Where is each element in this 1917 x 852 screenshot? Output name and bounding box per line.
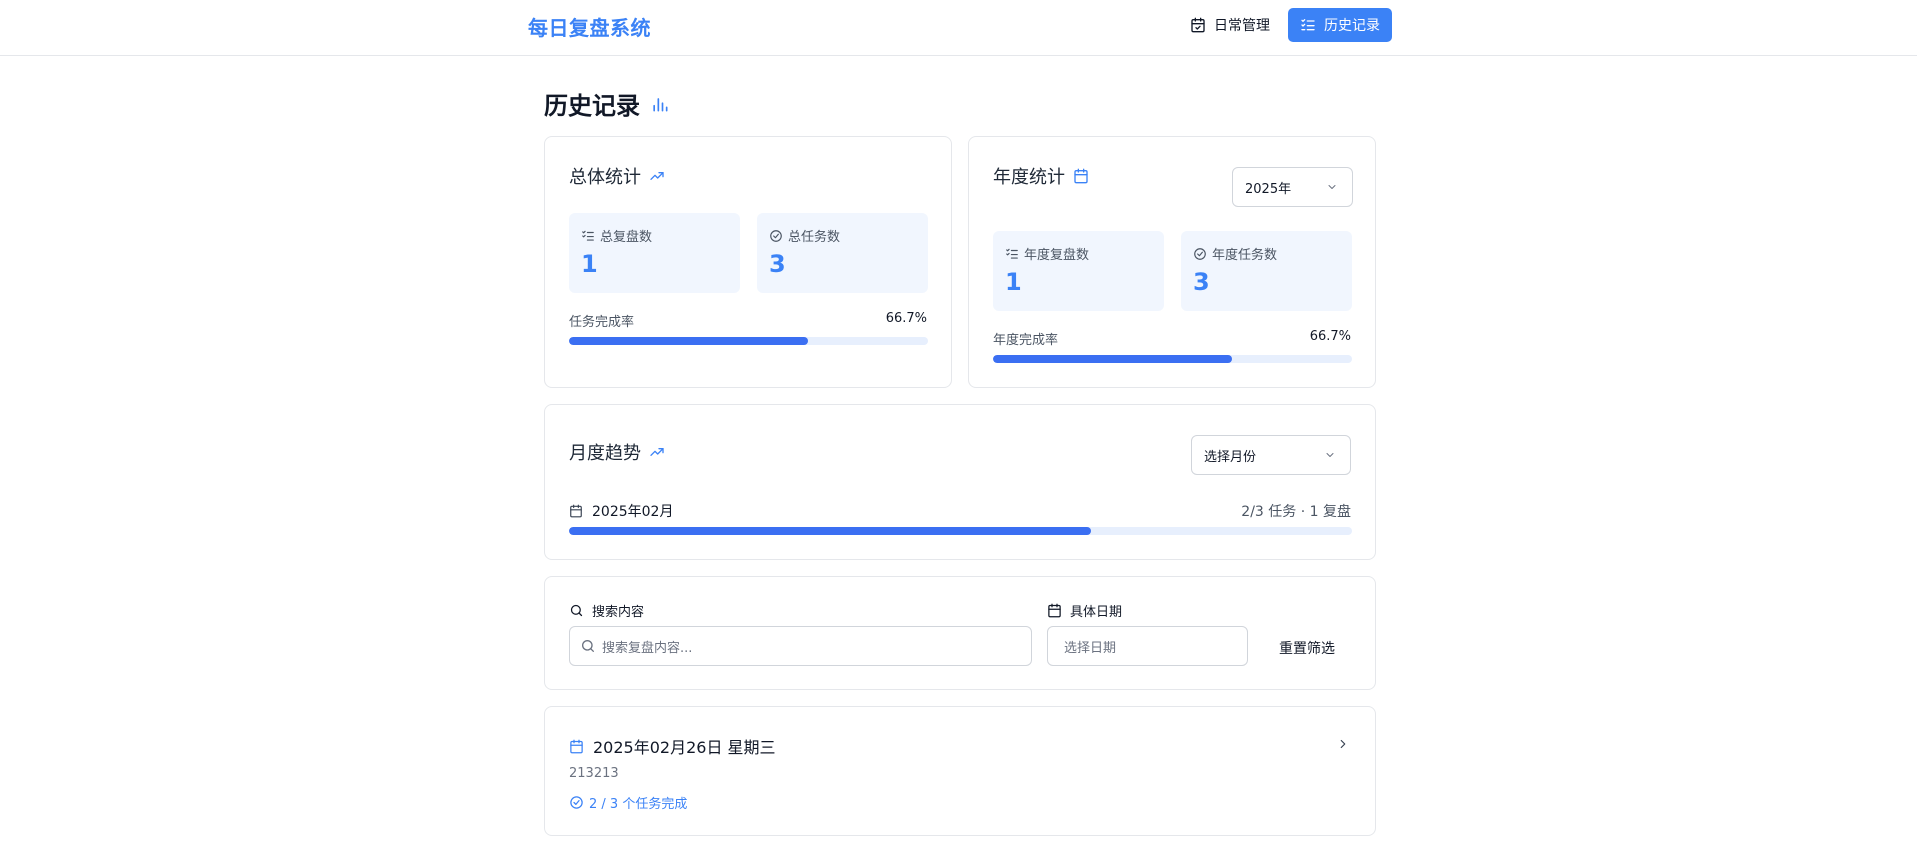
chevron-down-icon [1328,185,1336,189]
total-reviews-label-text: 总复盘数 [600,230,653,245]
total-reviews-box: 总复盘数 1 [569,213,740,293]
search-label-text: 搜索内容 [592,605,645,620]
yearly-tasks-label-text: 年度任务数 [1212,248,1278,263]
month-select[interactable]: 选择月份 [1191,435,1351,475]
check-circle-icon [570,796,583,809]
total-reviews-label: 总复盘数 [581,226,652,245]
search-input-placeholder: 搜索复盘内容... [602,640,693,656]
record-content: 213213 [569,766,619,781]
overall-stats-card: 总体统计 总复盘数 1 总任务数 3 任务完成率 66.7% [544,136,952,388]
monthly-trend-card: 月度趋势 选择月份 2025年02月 2/3 任务 · 1 复盘 [544,404,1376,560]
check-circle-icon [1194,247,1206,260]
year-select-value: 2025年 [1245,181,1292,197]
nav-history-label: 历史记录 [1324,18,1380,34]
total-tasks-label-text: 总任务数 [788,230,841,245]
total-tasks-label: 总任务数 [769,226,840,245]
nav-daily-label: 日常管理 [1214,18,1270,34]
month-trend-summary: 2/3 任务 · 1 复盘 [1241,504,1351,520]
list-checks-icon [1006,248,1018,259]
month-trend-progress [569,527,1352,535]
record-date: 2025年02月26日 星期三 [569,734,776,758]
yearly-reviews-box: 年度复盘数 1 [993,231,1164,311]
search-input[interactable]: 搜索复盘内容... [569,626,1032,666]
yearly-completion-rate-label: 年度完成率 [993,333,1059,348]
chevron-right-icon[interactable] [1336,737,1350,751]
filters-card: 搜索内容 搜索复盘内容... 具体日期 选择日期 重置筛选 [544,576,1376,690]
yearly-tasks-value: 3 [1193,268,1210,296]
chevron-down-icon [1326,453,1334,457]
record-date-text: 2025年02月26日 星期三 [593,738,776,757]
app-title[interactable]: 每日复盘系统 [528,12,651,41]
trending-up-icon [650,448,664,456]
calendar-icon [1074,168,1088,184]
list-checks-icon [582,230,594,241]
calendar-icon [570,504,582,518]
monthly-trend-title: 月度趋势 [569,439,665,465]
top-navbar: 每日复盘系统 日常管理 历史记录 [0,0,1917,56]
nav-history-records[interactable]: 历史记录 [1288,8,1392,42]
yearly-reviews-value: 1 [1005,268,1022,296]
search-label: 搜索内容 [569,601,644,620]
record-card[interactable]: 2025年02月26日 星期三 213213 2 / 3 个任务完成 [544,706,1376,836]
total-reviews-value: 1 [581,250,598,278]
yearly-completion-progress [993,355,1352,363]
task-completion-rate-label: 任务完成率 [569,315,635,330]
monthly-trend-title-text: 月度趋势 [569,443,641,464]
month-select-placeholder: 选择月份 [1204,449,1257,465]
page-title-text: 历史记录 [544,92,640,120]
record-task-status: 2 / 3 个任务完成 [569,793,687,812]
overall-stats-title-text: 总体统计 [569,167,641,188]
date-input-placeholder: 选择日期 [1064,640,1117,656]
total-tasks-value: 3 [769,250,786,278]
list-checks-icon [1301,19,1315,31]
month-trend-progress-fill [569,527,1092,535]
yearly-stats-title-text: 年度统计 [993,167,1065,188]
overall-stats-title: 总体统计 [569,163,665,189]
check-circle-icon [770,229,782,242]
task-completion-rate-value: 66.7% [885,311,927,326]
date-filter-label: 具体日期 [1047,601,1122,620]
calendar-icon [570,739,583,753]
yearly-stats-card: 年度统计 2025年 年度复盘数 1 年度任务数 3 年度完成率 66.7% [968,136,1376,388]
year-select[interactable]: 2025年 [1232,167,1353,207]
bar-chart-icon [653,97,668,111]
task-completion-progress-fill [569,337,809,345]
trending-up-icon [650,172,664,180]
yearly-completion-progress-fill [993,355,1233,363]
yearly-reviews-label: 年度复盘数 [1005,244,1089,263]
search-icon [582,640,594,652]
yearly-tasks-label: 年度任务数 [1193,244,1277,263]
calendar-icon [1048,603,1061,618]
calendar-check-icon [1191,17,1205,33]
date-filter-label-text: 具体日期 [1070,605,1123,620]
date-input[interactable]: 选择日期 [1047,626,1248,666]
total-tasks-box: 总任务数 3 [757,213,928,293]
nav-daily-management[interactable]: 日常管理 [1178,8,1282,42]
yearly-reviews-label-text: 年度复盘数 [1024,248,1090,263]
month-trend-label-text: 2025年02月 [592,504,674,520]
yearly-tasks-box: 年度任务数 3 [1181,231,1352,311]
page-title: 历史记录 [544,86,670,121]
reset-filters-button[interactable]: 重置筛选 [1279,638,1335,658]
yearly-completion-rate-value: 66.7% [1309,329,1351,344]
yearly-stats-title: 年度统计 [993,163,1089,189]
search-icon [570,604,583,617]
record-task-status-text: 2 / 3 个任务完成 [589,797,688,812]
task-completion-progress [569,337,928,345]
month-trend-label: 2025年02月 [569,501,673,521]
